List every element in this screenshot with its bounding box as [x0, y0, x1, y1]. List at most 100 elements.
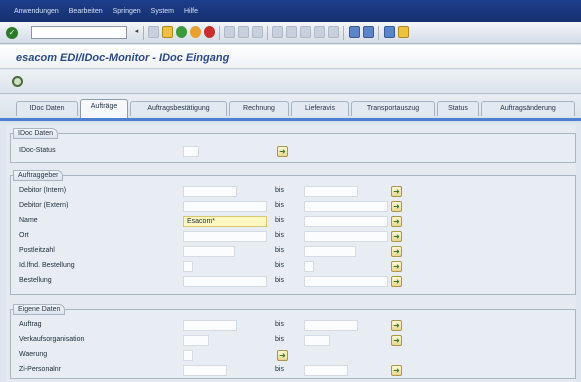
create-shortcut-icon[interactable] [349, 26, 360, 38]
customize-layout-icon[interactable] [398, 26, 409, 38]
tab-status[interactable]: Status [437, 101, 479, 116]
tab-rechnung[interactable]: Rechnung [229, 101, 289, 116]
multiple-selection-arrow-icon[interactable]: ➜ [277, 350, 288, 361]
field-label: Id.lfnd. Bestellung [19, 262, 75, 269]
toolbar-separator [267, 26, 268, 40]
toolbar-separator [343, 26, 344, 40]
print-icon[interactable] [224, 26, 235, 38]
multiple-selection-arrow-icon[interactable]: ➜ [391, 216, 402, 227]
waerung-input[interactable] [183, 350, 193, 361]
field-label: Zi-Personalnr [19, 366, 62, 373]
new-session-icon[interactable] [328, 26, 339, 38]
next-page-icon[interactable] [300, 26, 311, 38]
postleitzahl-from-input[interactable] [183, 246, 235, 257]
field-label: Auftrag [19, 321, 42, 328]
find-icon[interactable] [238, 26, 249, 38]
tab-auftraege[interactable]: Aufträge [80, 99, 128, 118]
form-row: Bestellung bis ➜ [11, 276, 575, 288]
multiple-selection-arrow-icon[interactable]: ➜ [391, 231, 402, 242]
personalnr-from-input[interactable] [183, 365, 227, 376]
postleitzahl-to-input[interactable] [304, 246, 356, 257]
orange-circle-icon[interactable] [190, 26, 201, 38]
green-check-icon[interactable]: ✓ [6, 27, 18, 39]
verkaufsorganisation-to-input[interactable] [304, 335, 330, 346]
form-row: Verkaufsorganisation bis ➜ [11, 335, 575, 347]
bis-label: bis [275, 202, 284, 209]
multiple-selection-arrow-icon[interactable]: ➜ [391, 201, 402, 212]
bestellung-to-input[interactable] [304, 276, 388, 287]
multiple-selection-arrow-icon[interactable]: ➜ [391, 261, 402, 272]
title-bar: esacom EDI/IDoc-Monitor - IDoc Eingang [0, 45, 581, 69]
multiple-selection-arrow-icon[interactable]: ➜ [277, 146, 288, 157]
red-circle-icon[interactable] [204, 26, 215, 38]
multiple-selection-arrow-icon[interactable]: ➜ [391, 186, 402, 197]
bis-label: bis [275, 277, 284, 284]
command-history-icon[interactable]: ◂ [131, 26, 142, 38]
idoc-status-input[interactable] [183, 146, 199, 157]
name-from-input[interactable]: Esacom* [183, 216, 267, 227]
tab-auftragsaenderung[interactable]: Auftragsänderung [481, 101, 575, 116]
field-label: IDoc-Status [19, 147, 56, 154]
debitor-extern-from-input[interactable] [183, 201, 267, 212]
debitor-intern-from-input[interactable] [183, 186, 237, 197]
auftrag-from-input[interactable] [183, 320, 237, 331]
previous-page-icon[interactable] [286, 26, 297, 38]
field-label: Name [19, 217, 38, 224]
multiple-selection-arrow-icon[interactable]: ➜ [391, 276, 402, 287]
multiple-selection-arrow-icon[interactable]: ➜ [391, 246, 402, 257]
form-row: Postleitzahl bis ➜ [11, 246, 575, 258]
bis-label: bis [275, 187, 284, 194]
tab-idoc-daten[interactable]: IDoc Daten [16, 101, 78, 116]
form-row: IDoc-Status ➜ [11, 146, 575, 158]
menu-item-springen[interactable]: Springen [113, 8, 141, 15]
toolbar-separator [143, 26, 144, 40]
form-row: Ort bis ➜ [11, 231, 575, 243]
layout-icon[interactable] [363, 26, 374, 38]
bis-label: bis [275, 321, 284, 328]
help-icon[interactable] [384, 26, 395, 38]
group-auftraggeber: Auftraggeber Debitor (Intern) bis ➜ Debi… [10, 170, 576, 295]
execute-clock-icon[interactable] [12, 76, 23, 87]
bestellung-lfnd-to-input[interactable] [304, 261, 314, 272]
ort-to-input[interactable] [304, 231, 388, 242]
green-circle-icon[interactable] [176, 26, 187, 38]
menu-item-system[interactable]: System [151, 8, 174, 15]
field-label: Waerung [19, 351, 48, 358]
first-page-icon[interactable] [272, 26, 283, 38]
multiple-selection-arrow-icon[interactable]: ➜ [391, 365, 402, 376]
debitor-intern-to-input[interactable] [304, 186, 358, 197]
menu-item-anwendungen[interactable]: Anwendungen [14, 8, 59, 15]
bis-label: bis [275, 217, 284, 224]
ort-from-input[interactable] [183, 231, 267, 242]
last-page-icon[interactable] [314, 26, 325, 38]
name-to-input[interactable] [304, 216, 388, 227]
toolbar-separator [219, 26, 220, 40]
tab-transportauszug[interactable]: Transportauszug [351, 101, 435, 116]
field-label: Postleitzahl [19, 247, 55, 254]
personalnr-to-input[interactable] [304, 365, 348, 376]
menu-item-bearbeiten[interactable]: Bearbeiten [69, 8, 103, 15]
field-label: Ort [19, 232, 29, 239]
group-title: Eigene Daten [13, 304, 66, 315]
debitor-extern-to-input[interactable] [304, 201, 388, 212]
group-eigene-daten: Eigene Daten Auftrag bis ➜ Verkaufsorgan… [10, 304, 576, 379]
tab-auftragsbestaetigung[interactable]: Auftragsbestätigung [130, 101, 227, 116]
application-toolbar [0, 70, 581, 94]
form-row: Zi-Personalnr bis ➜ [11, 365, 575, 377]
bestellung-lfnd-from-input[interactable] [183, 261, 193, 272]
multiple-selection-arrow-icon[interactable]: ➜ [391, 335, 402, 346]
find-next-icon[interactable] [252, 26, 263, 38]
field-label: Verkaufsorganisation [19, 336, 85, 343]
command-field[interactable] [31, 26, 127, 39]
verkaufsorganisation-from-input[interactable] [183, 335, 209, 346]
group-title: IDoc Daten [13, 128, 59, 139]
field-label: Debitor (Extern) [19, 202, 69, 209]
toolbar-blank-icon[interactable] [148, 26, 159, 38]
save-icon[interactable] [162, 26, 173, 38]
auftrag-to-input[interactable] [304, 320, 358, 331]
multiple-selection-arrow-icon[interactable]: ➜ [391, 320, 402, 331]
tab-lieferavis[interactable]: Lieferavis [291, 101, 349, 116]
bestellung-from-input[interactable] [183, 276, 267, 287]
menu-item-hilfe[interactable]: Hilfe [184, 8, 198, 15]
menu-bar: Anwendungen Bearbeiten Springen System H… [0, 0, 581, 22]
